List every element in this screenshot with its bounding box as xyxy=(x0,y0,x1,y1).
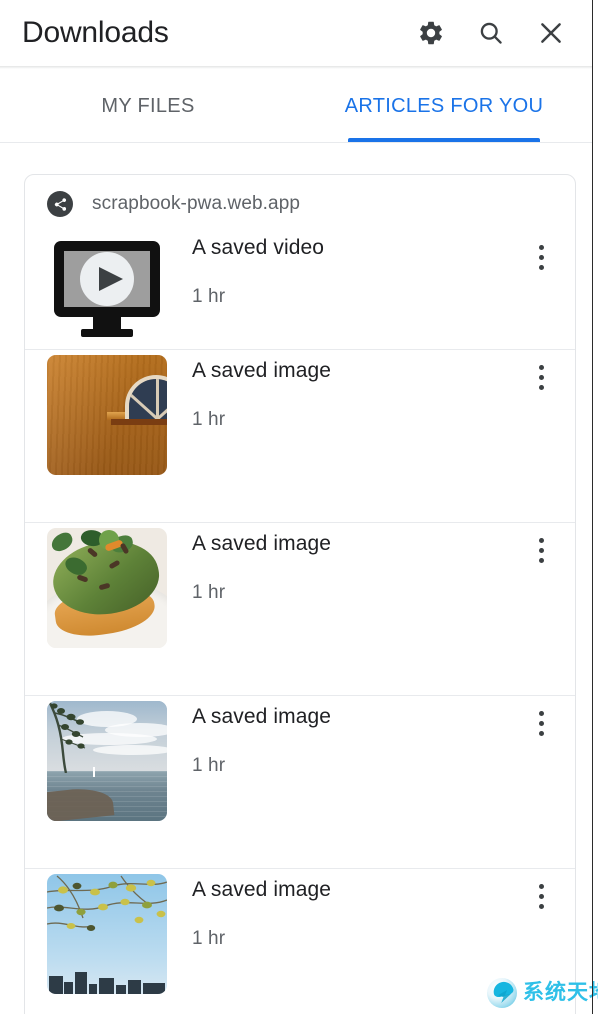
search-icon xyxy=(477,19,505,47)
search-button[interactable] xyxy=(476,18,506,48)
overflow-menu-button[interactable] xyxy=(517,872,565,920)
overflow-menu-button[interactable] xyxy=(517,699,565,747)
tab-articles-for-you-label: ARTICLES FOR YOU xyxy=(344,95,544,117)
orange-wall-arched-window-art xyxy=(47,355,167,475)
more-vert-icon-dot xyxy=(538,557,544,563)
list-item-title: A saved image xyxy=(192,705,332,728)
close-button[interactable] xyxy=(536,18,566,48)
page-title: Downloads xyxy=(22,16,169,49)
thumbnail-video xyxy=(47,233,167,353)
overflow-menu-button[interactable] xyxy=(517,526,565,574)
articles-list: scrapbook-pwa.web.app A saved video 1 hr… xyxy=(0,143,592,1014)
download-group-card: scrapbook-pwa.web.app A saved video 1 hr… xyxy=(24,174,576,1014)
list-item-title: A saved image xyxy=(192,359,332,382)
toolbar-shadow xyxy=(0,66,592,69)
more-vert-icon-dot xyxy=(538,720,544,726)
more-vert-icon-dot xyxy=(538,254,544,260)
more-vert-icon-dot xyxy=(538,730,544,736)
list-item-text: A saved image 1 hr xyxy=(192,523,517,604)
thumbnail-image xyxy=(47,528,167,648)
list-item-time: 1 hr xyxy=(192,755,226,776)
thumbnail-image xyxy=(47,355,167,475)
more-vert-icon-dot xyxy=(538,264,544,270)
more-vert-icon-dot xyxy=(538,903,544,909)
thumbnail-image xyxy=(47,701,167,821)
video-placeholder-icon xyxy=(47,237,167,341)
more-vert-icon-dot xyxy=(538,537,544,543)
list-item-text: A saved image 1 hr xyxy=(192,696,517,777)
toolbar: Downloads xyxy=(0,0,592,66)
more-vert-icon-dot xyxy=(538,710,544,716)
gear-icon xyxy=(417,19,445,47)
tab-my-files-label: MY FILES xyxy=(101,95,195,117)
overflow-menu-button[interactable] xyxy=(517,353,565,401)
list-item-title: A saved video xyxy=(192,236,325,259)
list-item[interactable]: A saved image 1 hr xyxy=(25,349,575,522)
card-domain-label: scrapbook-pwa.web.app xyxy=(92,193,301,214)
list-item[interactable]: A saved image 1 hr xyxy=(25,695,575,868)
list-item-text: A saved image 1 hr xyxy=(192,869,517,950)
settings-button[interactable] xyxy=(416,18,446,48)
share-icon xyxy=(47,191,73,217)
list-item[interactable]: A saved image 1 hr xyxy=(25,522,575,695)
list-item-title: A saved image xyxy=(192,878,332,901)
more-vert-icon-dot xyxy=(538,384,544,390)
list-item-time: 1 hr xyxy=(192,286,226,307)
list-item[interactable]: A saved image 1 hr xyxy=(25,868,575,1014)
lake-shoreline-art xyxy=(47,701,167,821)
overflow-menu-button[interactable] xyxy=(517,233,565,281)
list-item-text: A saved image 1 hr xyxy=(192,350,517,431)
more-vert-icon-dot xyxy=(538,547,544,553)
list-item[interactable]: A saved video 1 hr xyxy=(25,233,575,353)
city-skyline-autumn-art xyxy=(47,874,167,994)
window-right-border xyxy=(592,0,593,1014)
downloads-window: Downloads MY FILES ARTICLES FOR YOU scra… xyxy=(0,0,600,1014)
avocado-toast-art xyxy=(47,528,167,648)
more-vert-icon-dot xyxy=(538,244,544,250)
more-vert-icon-dot xyxy=(538,374,544,380)
list-item-time: 1 hr xyxy=(192,582,226,603)
more-vert-icon-dot xyxy=(538,364,544,370)
list-item-text: A saved video 1 hr xyxy=(192,233,517,308)
list-item-time: 1 hr xyxy=(192,928,226,949)
list-item-title: A saved image xyxy=(192,532,332,555)
tab-my-files[interactable]: MY FILES xyxy=(0,69,296,142)
tab-articles-for-you[interactable]: ARTICLES FOR YOU xyxy=(296,69,592,142)
thumbnail-image xyxy=(47,874,167,994)
more-vert-icon-dot xyxy=(538,893,544,899)
toolbar-actions xyxy=(416,18,566,48)
card-header: scrapbook-pwa.web.app xyxy=(25,175,575,233)
tab-bar: MY FILES ARTICLES FOR YOU xyxy=(0,69,592,142)
close-icon xyxy=(537,19,565,47)
tab-bar-divider xyxy=(0,142,592,143)
more-vert-icon-dot xyxy=(538,883,544,889)
list-item-time: 1 hr xyxy=(192,409,226,430)
